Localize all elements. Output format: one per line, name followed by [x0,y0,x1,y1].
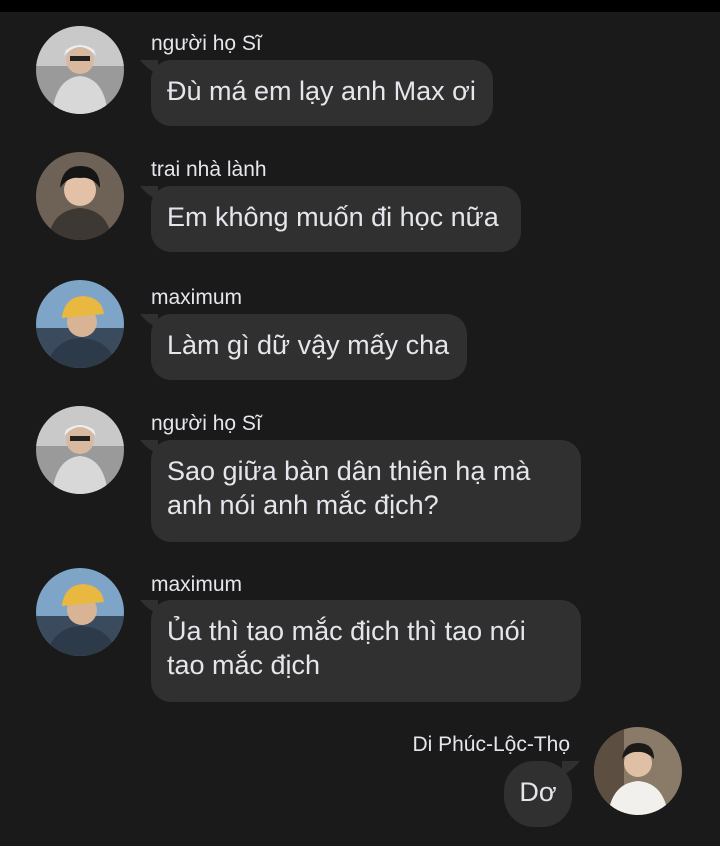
avatar-yellow-cap-icon [36,280,124,368]
avatar[interactable] [36,406,124,494]
avatar-silver-hair-icon [36,406,124,494]
avatar[interactable] [594,727,682,815]
message-bubble[interactable]: Đù má em lạy anh Max ơi [151,60,493,126]
status-bar-edge [0,0,720,12]
sender-name: người họ Sĩ [151,32,262,55]
avatar[interactable] [36,568,124,656]
sender-name: Di Phúc-Lộc-Thọ [412,733,570,756]
message-bubble[interactable]: Ủa thì tao mắc địch thì tao nói tao mắc … [151,600,581,702]
message-bubble[interactable]: Sao giữa bàn dân thiên hạ mà anh nói anh… [151,440,581,542]
avatar-dark-hair-icon [36,152,124,240]
avatar-white-shirt-icon [594,727,682,815]
avatar[interactable] [36,152,124,240]
avatar-silver-hair-icon [36,26,124,114]
sender-name: người họ Sĩ [151,412,262,435]
avatar[interactable] [36,280,124,368]
message-bubble[interactable]: Làm gì dữ vậy mấy cha [151,314,467,380]
sender-name: maximum [151,286,243,309]
message-bubble[interactable]: Em không muốn đi học nữa [151,186,521,252]
sender-name: maximum [151,573,243,596]
avatar[interactable] [36,26,124,114]
avatar-yellow-cap-icon [36,568,124,656]
bubble-tail [562,761,580,775]
sender-name: trai nhà lành [151,158,267,181]
